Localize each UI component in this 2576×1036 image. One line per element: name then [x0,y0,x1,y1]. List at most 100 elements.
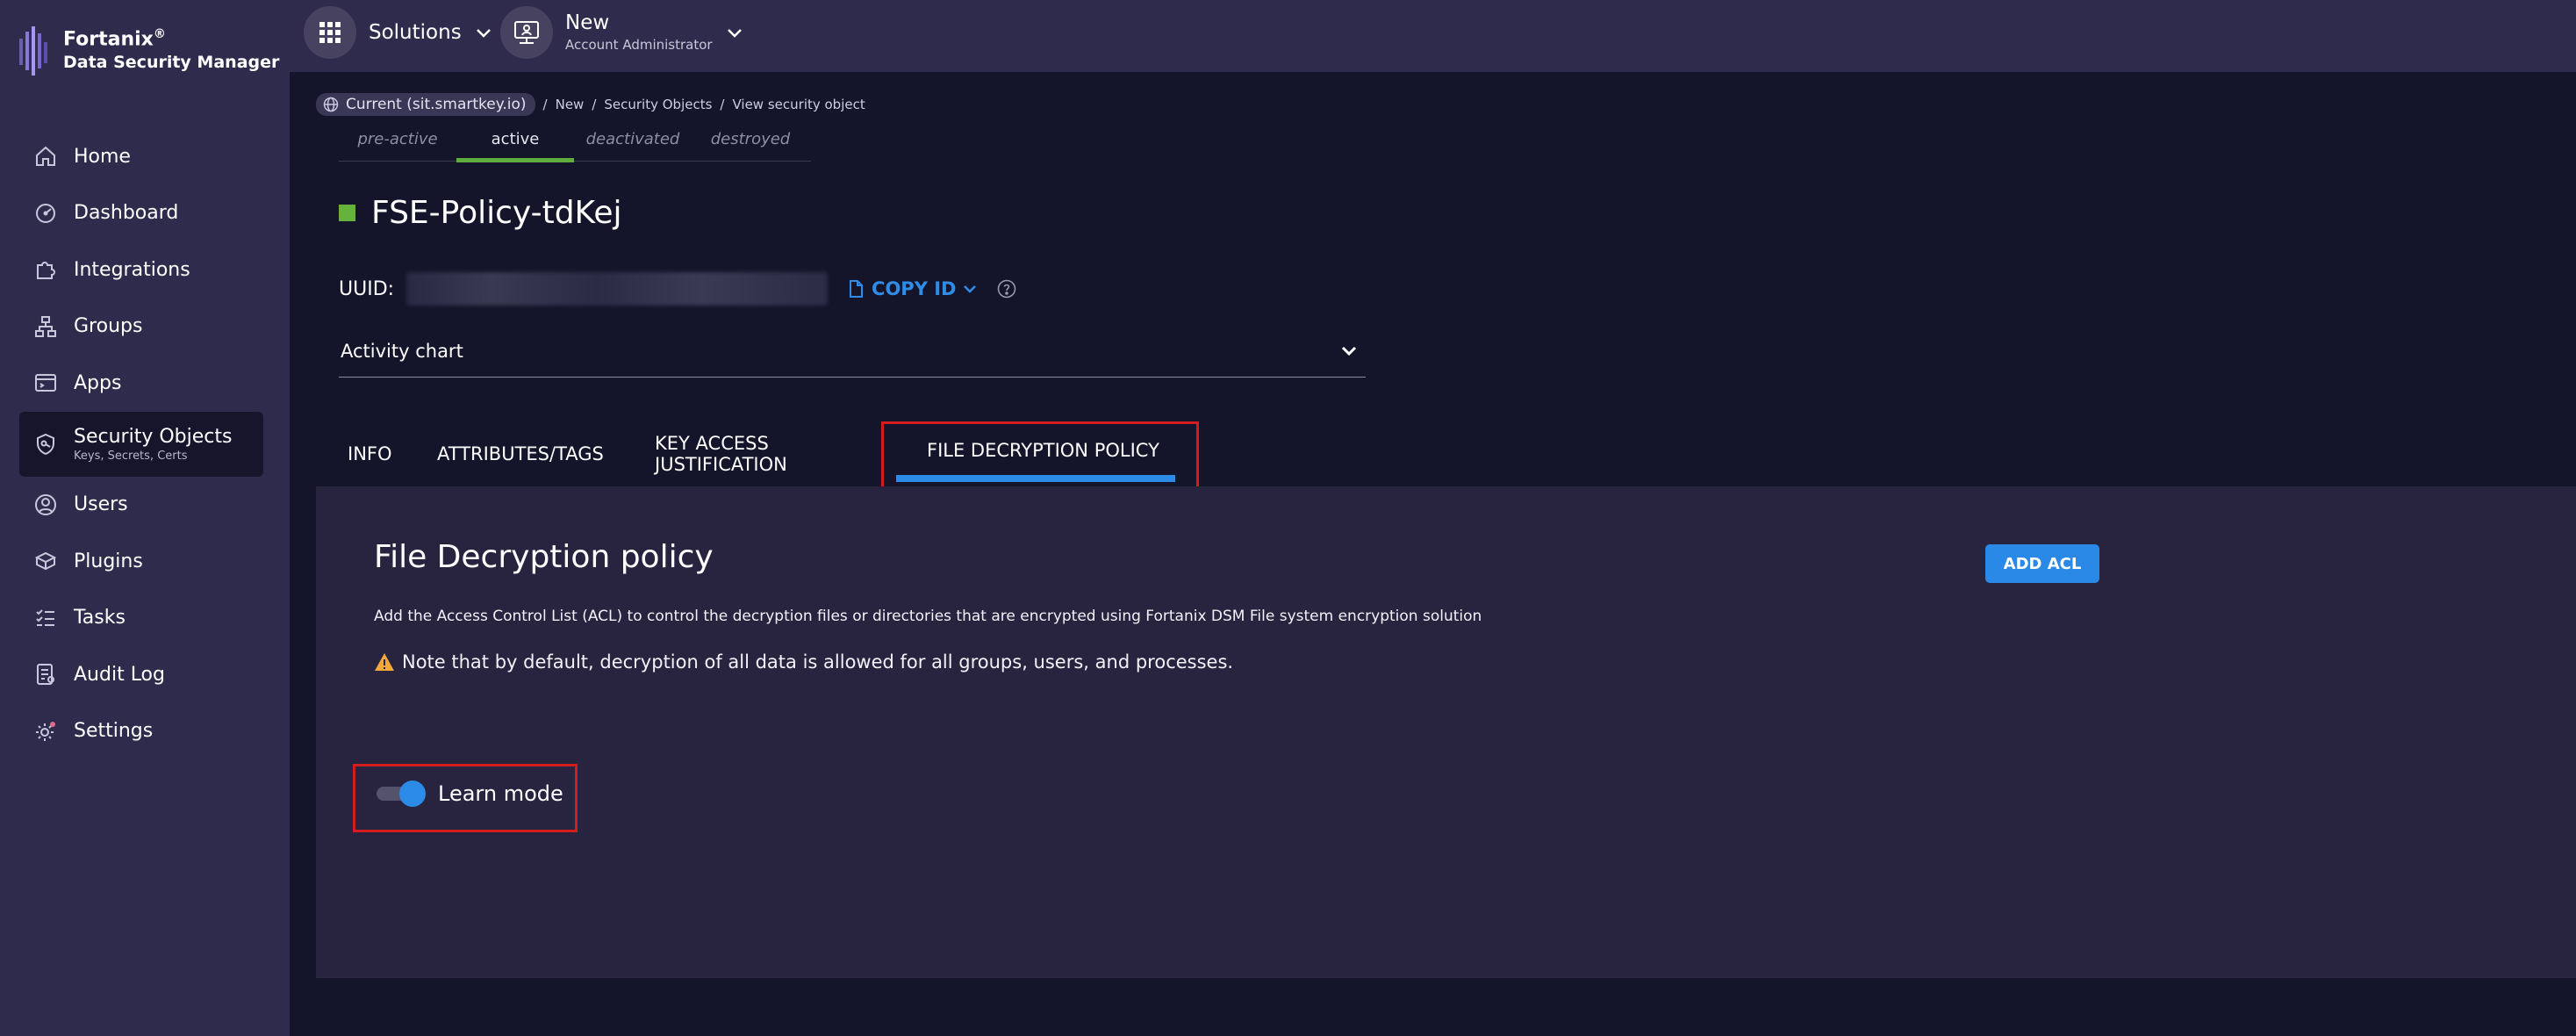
groups-icon [35,315,56,337]
logo-brand-name: Fortanix [63,28,154,51]
user-icon [35,493,56,515]
sidebar-nav: Home Dashboard Integrations Groups Apps … [19,128,263,759]
document-icon [850,280,864,298]
sidebar-item-label: Tasks [74,607,126,629]
breadcrumb-separator: / [592,97,597,112]
learn-mode-toggle-row[interactable]: Learn mode [377,781,563,807]
page-title: FSE-Policy-tdKej [371,195,622,231]
warning-icon [375,653,394,671]
sidebar-item-label: Audit Log [74,663,165,686]
sidebar-item-label: Settings [74,720,154,742]
fortanix-logo[interactable]: Fortanix® Data Security Manager [18,23,279,77]
grid-icon [319,22,341,43]
tasks-icon [36,608,54,626]
home-icon [36,146,55,166]
gear-icon [36,721,55,741]
sidebar-item-users[interactable]: Users [19,477,263,533]
tab-info[interactable]: INFO [334,421,418,486]
audit-log-icon [37,664,54,685]
sidebar-item-label: Security Objects [74,425,233,448]
object-title-row: FSE-Policy-tdKej [339,195,622,231]
default-policy-note: Note that by default, decryption of all … [374,651,1233,673]
sidebar-item-label: Users [74,493,128,515]
tab-label: ATTRIBUTES/TAGS [437,443,604,464]
uuid-row: UUID: ••••••••-••••-••••-••••-••••••••••… [339,272,1017,306]
breadcrumb-separator: / [720,97,725,112]
state-destroyed[interactable]: destroyed [692,125,809,161]
solutions-menu-button[interactable]: Solutions [304,6,493,59]
sidebar-item-audit-log[interactable]: Audit Log [19,646,263,702]
sidebar-item-label: Integrations [74,258,190,281]
note-text: Note that by default, decryption of all … [402,651,1234,673]
chevron-down-icon [964,285,977,293]
help-icon[interactable] [996,278,1017,299]
sidebar-item-label: Groups [74,315,143,337]
state-active[interactable]: active [456,125,574,162]
logo-registered-mark: ® [153,27,166,41]
breadcrumb-separator: / [542,97,548,112]
chevron-down-icon [476,29,491,38]
sidebar-item-label: Apps [74,371,122,394]
sidebar-item-dashboard[interactable]: Dashboard [19,185,263,241]
tab-label: FILE DECRYPTION POLICY [927,440,1159,461]
state-deactivated[interactable]: deactivated [574,125,692,161]
sidebar-item-security-objects[interactable]: Security Objects Keys, Secrets, Certs [19,411,263,477]
copy-id-label: COPY ID [872,278,957,299]
main-content: Current (sit.smartkey.io) / New / Securi… [290,72,2576,1036]
sidebar-item-settings[interactable]: Settings [19,703,263,759]
breadcrumb: Current (sit.smartkey.io) / New / Securi… [316,93,865,116]
apps-icon [35,374,56,392]
globe-icon [323,97,339,112]
copy-id-button[interactable]: COPY ID [847,278,979,299]
solutions-grid-button[interactable] [304,6,356,59]
account-icon [514,21,539,44]
chevron-down-icon [1341,346,1357,356]
plugin-icon [34,551,57,571]
account-role: Account Administrator [565,37,713,53]
status-indicator [339,205,355,221]
learn-mode-label: Learn mode [438,781,563,806]
sidebar-item-apps[interactable]: Apps [19,355,263,411]
breadcrumb-current-label: Current (sit.smartkey.io) [346,96,527,113]
tab-label: INFO [348,443,392,464]
toggle-knob [399,781,426,807]
dashboard-icon [36,203,55,223]
panel-title: File Decryption policy [374,539,714,575]
breadcrumb-current-cluster[interactable]: Current (sit.smartkey.io) [316,93,535,116]
sidebar-item-label: Dashboard [74,202,179,224]
breadcrumb-item-view: View security object [732,97,865,112]
tab-attributes-tags[interactable]: ATTRIBUTES/TAGS [418,421,635,486]
activity-chart-label: Activity chart [341,340,463,362]
breadcrumb-item-account[interactable]: New [556,97,585,112]
sidebar-item-home[interactable]: Home [19,128,263,184]
account-switcher[interactable]: New Account Administrator [500,6,744,59]
learn-mode-toggle[interactable] [377,781,426,807]
shield-key-icon [37,433,54,455]
uuid-label: UUID: [339,277,395,300]
sidebar-item-integrations[interactable]: Integrations [19,241,263,298]
tab-label: KEY ACCESS JUSTIFICATION [655,433,787,475]
uuid-value: ••••••••-••••-••••-••••-•••••••••••• [406,272,829,306]
account-name: New [565,11,610,34]
tab-key-access-justification[interactable]: KEY ACCESS JUSTIFICATION [635,421,881,486]
state-pre-active[interactable]: pre-active [339,125,456,161]
add-acl-button[interactable]: ADD ACL [1985,544,2099,583]
sidebar: Fortanix® Data Security Manager Home Das… [0,0,290,1036]
lifecycle-state-bar: pre-active active deactivated destroyed [339,125,811,162]
learn-mode-highlight: Learn mode [353,764,578,832]
sidebar-item-label: Home [74,145,131,168]
logo-product-name: Data Security Manager [63,53,280,73]
fortanix-logo-icon [19,26,47,76]
activity-chart-accordion[interactable]: Activity chart [339,325,1366,378]
breadcrumb-item-security-objects[interactable]: Security Objects [604,97,712,112]
file-decryption-policy-panel: File Decryption policy ADD ACL Add the A… [316,486,2576,978]
chevron-down-icon [727,29,742,38]
account-avatar[interactable] [500,6,553,59]
sidebar-item-groups[interactable]: Groups [19,299,263,355]
top-bar: Solutions New Account Administrator [290,0,2576,72]
solutions-label: Solutions [369,21,462,44]
sidebar-item-plugins[interactable]: Plugins [19,533,263,589]
sidebar-item-tasks[interactable]: Tasks [19,590,263,646]
panel-description: Add the Access Control List (ACL) to con… [374,608,1482,625]
sidebar-item-label: Plugins [74,550,143,572]
